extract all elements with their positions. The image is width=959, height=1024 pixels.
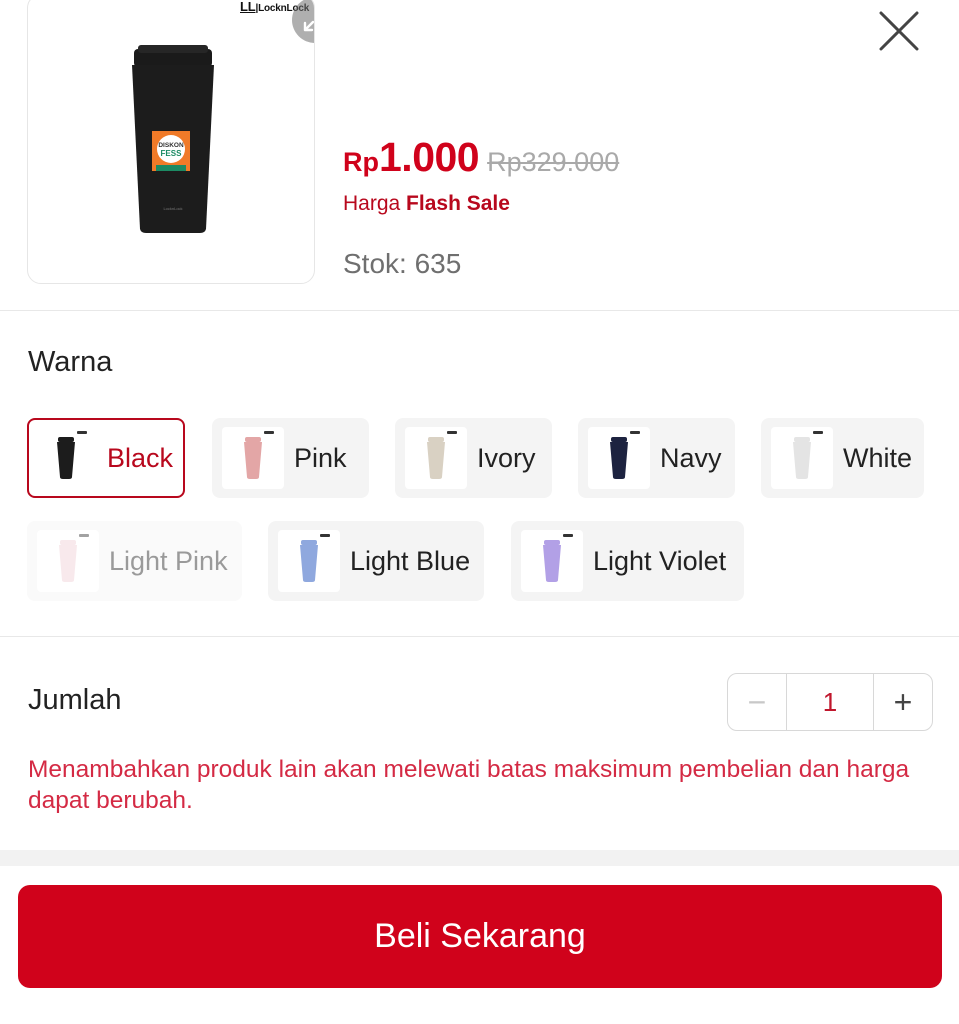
variant-thumb	[35, 427, 97, 489]
variant-label: Black	[107, 442, 174, 473]
variant-chip-light-pink: Light Pink	[27, 521, 242, 601]
purchase-limit-warning: Menambahkan produk lain akan melewati ba…	[28, 756, 910, 814]
tumbler-icon	[244, 437, 262, 479]
tumbler-icon	[610, 437, 628, 479]
variant-chip-white[interactable]: White	[761, 418, 924, 498]
close-icon	[879, 11, 919, 51]
variant-chip-ivory[interactable]: Ivory	[395, 418, 552, 498]
variant-label: White	[843, 442, 913, 473]
tumbler-icon	[300, 540, 318, 582]
variant-thumb	[37, 530, 99, 592]
price-original: Rp329.000	[487, 147, 620, 177]
tumbler-icon	[57, 437, 75, 479]
quantity-stepper: − 1 +	[727, 673, 933, 731]
variant-chip-pink[interactable]: Pink	[212, 418, 369, 498]
variant-thumb	[405, 427, 467, 489]
divider	[0, 310, 959, 311]
variant-chip-navy[interactable]: Navy	[578, 418, 735, 498]
price-current: 1.000	[379, 134, 480, 180]
variant-label: Light Blue	[350, 545, 471, 576]
tumbler-icon	[793, 437, 811, 479]
divider	[0, 636, 959, 637]
variant-label: Navy	[660, 442, 722, 473]
expand-icon[interactable]	[292, 0, 314, 43]
variant-thumb	[588, 427, 650, 489]
product-image[interactable]: LL|LocknLock DISKON FESS LocknLock	[27, 0, 315, 284]
variant-chip-light-violet[interactable]: Light Violet	[511, 521, 744, 601]
tumbler-icon	[427, 437, 445, 479]
flash-sale-label: Harga Flash Sale	[343, 192, 510, 216]
variant-label: Light Violet	[593, 545, 727, 576]
flash-sale-prefix: Harga	[343, 192, 401, 215]
price-row: Rp 1.000 Rp329.000	[343, 134, 619, 181]
variant-chip-black[interactable]: Black	[27, 418, 185, 498]
variant-label: Ivory	[477, 442, 536, 473]
variant-chip-light-blue[interactable]: Light Blue	[268, 521, 484, 601]
flash-sale-emphasis: Flash Sale	[406, 192, 510, 215]
svg-text:FESS: FESS	[161, 149, 183, 158]
product-tumbler-image: DISKON FESS LocknLock	[132, 45, 214, 233]
svg-text:DISKON: DISKON	[158, 142, 184, 149]
section-separator	[0, 850, 959, 866]
variant-label: Light Pink	[109, 545, 228, 576]
buy-now-button[interactable]: Beli Sekarang	[18, 885, 942, 988]
price-currency: Rp	[343, 147, 379, 177]
variant-thumb	[521, 530, 583, 592]
quantity-value[interactable]: 1	[786, 674, 874, 730]
quantity-section-title: Jumlah	[28, 684, 122, 716]
close-button[interactable]	[874, 6, 924, 56]
quantity-increase-button[interactable]: +	[874, 674, 932, 730]
tumbler-icon	[59, 540, 77, 582]
variant-thumb	[771, 427, 833, 489]
stock-count: Stok: 635	[343, 248, 462, 279]
variant-label: Pink	[294, 442, 347, 473]
svg-text:LocknLock: LocknLock	[163, 206, 182, 211]
tumbler-icon	[543, 540, 561, 582]
quantity-decrease-button[interactable]: −	[728, 674, 786, 730]
variant-section-title: Warna	[28, 346, 113, 378]
variant-thumb	[278, 530, 340, 592]
variant-thumb	[222, 427, 284, 489]
